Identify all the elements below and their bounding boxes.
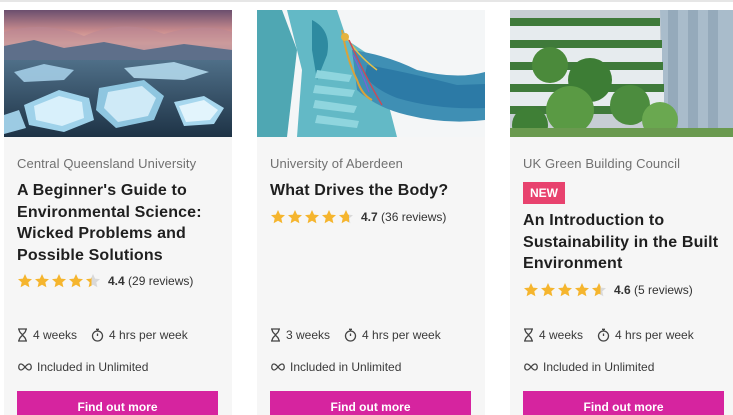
unlimited-label: Included in Unlimited xyxy=(523,360,654,374)
star-icon xyxy=(524,282,538,296)
unlimited-text: Included in Unlimited xyxy=(37,360,149,374)
course-image[interactable] xyxy=(510,10,733,137)
new-badge: NEW xyxy=(523,182,565,204)
course-rating: 4.7 (36 reviews) xyxy=(270,208,480,226)
find-out-more-button[interactable]: Find out more xyxy=(270,391,471,415)
course-rating: 4.4 (29 reviews) xyxy=(17,272,227,290)
hourglass-icon xyxy=(271,328,280,342)
course-duration: 4 weeks xyxy=(539,328,584,342)
infinity-icon xyxy=(524,363,538,371)
course-duration: 4 weeks xyxy=(33,328,78,342)
star-rating xyxy=(523,282,608,298)
course-meta: 4 weeks 4 hrs per week xyxy=(523,328,708,342)
review-count: (36 reviews) xyxy=(381,209,447,224)
unlimited-text: Included in Unlimited xyxy=(290,360,402,374)
find-out-more-button[interactable]: Find out more xyxy=(17,391,218,415)
course-card[interactable]: UK Green Building Council NEW An Introdu… xyxy=(510,10,733,415)
course-title[interactable]: A Beginner's Guide to Environmental Scie… xyxy=(17,180,227,266)
course-effort: 4 hrs per week xyxy=(109,328,188,342)
unlimited-label: Included in Unlimited xyxy=(17,360,148,374)
star-icon xyxy=(52,274,66,288)
course-effort: 4 hrs per week xyxy=(362,328,441,342)
star-icon xyxy=(575,282,589,296)
stopwatch-icon xyxy=(344,328,357,342)
star-icon xyxy=(339,209,353,223)
course-meta: 4 weeks 4 hrs per week xyxy=(17,328,202,342)
star-icon xyxy=(35,274,49,288)
star-icon xyxy=(86,274,100,288)
star-icon xyxy=(69,274,83,288)
course-provider: University of Aberdeen xyxy=(270,156,403,171)
course-card[interactable]: University of Aberdeen What Drives the B… xyxy=(257,10,485,415)
course-title[interactable]: What Drives the Body? xyxy=(270,180,480,202)
course-title[interactable]: An Introduction to Sustainability in the… xyxy=(523,210,733,275)
star-icon xyxy=(271,209,285,223)
course-image[interactable] xyxy=(4,10,232,137)
star-rating xyxy=(17,273,102,289)
unlimited-label: Included in Unlimited xyxy=(270,360,401,374)
unlimited-text: Included in Unlimited xyxy=(543,360,655,374)
review-count: (5 reviews) xyxy=(634,282,693,297)
hourglass-icon xyxy=(524,328,533,342)
review-count: (29 reviews) xyxy=(128,274,194,288)
star-icon xyxy=(305,209,319,223)
course-rating: 4.6 (5 reviews) xyxy=(523,281,733,299)
course-image[interactable] xyxy=(257,10,485,137)
course-card[interactable]: Central Queensland University A Beginner… xyxy=(4,10,232,415)
rating-value: 4.6 xyxy=(614,282,631,297)
star-rating xyxy=(270,209,355,225)
star-icon xyxy=(18,274,32,288)
star-icon xyxy=(541,282,555,296)
course-effort: 4 hrs per week xyxy=(615,328,694,342)
top-divider xyxy=(0,0,733,2)
rating-value: 4.4 xyxy=(108,274,125,288)
stopwatch-icon xyxy=(597,328,610,342)
star-icon xyxy=(322,209,336,223)
infinity-icon xyxy=(18,363,32,371)
find-out-more-button[interactable]: Find out more xyxy=(523,391,724,415)
stopwatch-icon xyxy=(91,328,104,342)
star-icon xyxy=(558,282,572,296)
infinity-icon xyxy=(271,363,285,371)
course-duration: 3 weeks xyxy=(286,328,331,342)
course-provider: UK Green Building Council xyxy=(523,156,681,171)
star-icon xyxy=(592,282,606,296)
star-icon xyxy=(288,209,302,223)
rating-value: 4.7 xyxy=(361,209,378,224)
hourglass-icon xyxy=(18,328,27,342)
course-meta: 3 weeks 4 hrs per week xyxy=(270,328,455,342)
course-provider: Central Queensland University xyxy=(17,156,197,171)
